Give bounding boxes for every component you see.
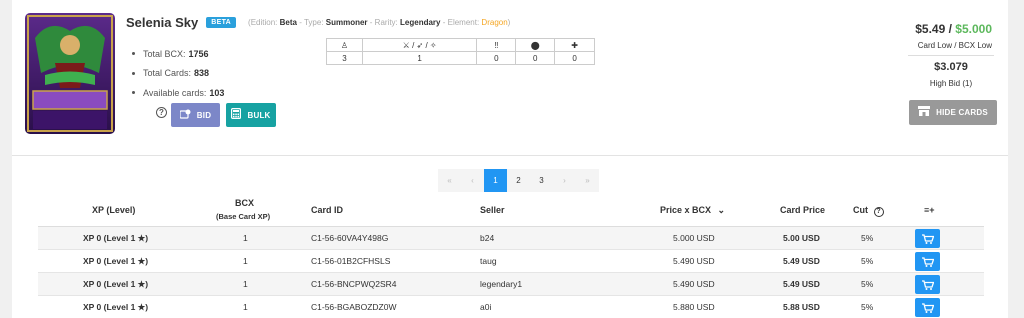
last-page-button[interactable]: » xyxy=(576,169,599,192)
meta-edition-label: (Edition: xyxy=(248,17,278,27)
high-bid-label: High Bid (1) xyxy=(929,79,973,88)
buy-cart-button[interactable] xyxy=(915,252,940,271)
table-row: XP 0 (Level 1 ★) 1 C1-56-60VA4Y498G b24 … xyxy=(38,227,984,250)
col-card-price[interactable]: Card Price xyxy=(780,205,825,215)
summoner-stats-table: ♙ ⚔ / ➶ / ✧ ‼ ⬤ ✚ 3 1 0 0 0 xyxy=(326,38,595,65)
next-page-button[interactable]: › xyxy=(553,169,576,192)
col-card-id[interactable]: Card ID xyxy=(311,205,343,215)
page-2-button[interactable]: 2 xyxy=(507,169,530,192)
prev-page-button[interactable]: ‹ xyxy=(461,169,484,192)
column-filter-icon[interactable]: ≡+ xyxy=(924,205,935,215)
col-cut[interactable]: Cut ? xyxy=(853,205,884,217)
cart-icon xyxy=(921,279,934,290)
sort-desc-icon: ⌄ xyxy=(717,205,726,215)
store-icon xyxy=(918,106,931,119)
stat-total-cards: Total Cards: 838 xyxy=(132,64,224,84)
pagination: « ‹ 1 2 3 › » xyxy=(438,169,599,192)
meta-edition: Beta xyxy=(279,17,297,27)
bid-label: BID xyxy=(196,110,212,120)
summoner-stats-header: ♙ ⚔ / ➶ / ✧ ‼ ⬤ ✚ xyxy=(326,38,595,52)
edition-badge: BETA xyxy=(206,16,237,28)
listings-table: XP (Level) BCX (Base Card XP) Card ID Se… xyxy=(38,195,984,318)
col-bcx-sub: (Base Card XP) xyxy=(216,212,271,221)
attack-types-icon: ⚔ / ➶ / ✧ xyxy=(362,38,478,52)
meta-element-label: - Element: xyxy=(442,17,480,27)
table-row: XP 0 (Level 1 ★) 1 C1-56-01B2CFHSLS taug… xyxy=(38,250,984,273)
meta-rarity: Legendary xyxy=(400,17,441,27)
shield-icon: ⬤ xyxy=(515,38,556,52)
buy-cart-button[interactable] xyxy=(915,275,940,294)
table-row: XP 0 (Level 1 ★) 1 C1-56-BGABOZDZ0W a0i … xyxy=(38,296,984,318)
calculator-icon xyxy=(231,108,242,122)
low-price-label: Card Low / BCX Low xyxy=(917,41,992,50)
summoner-stats-values: 3 1 0 0 0 xyxy=(326,51,595,65)
price-divider xyxy=(908,55,994,56)
stat-available-cards: Available cards: 103 xyxy=(132,83,224,103)
meta-rarity-label: - Rarity: xyxy=(369,17,398,27)
meta-close: ) xyxy=(507,17,511,27)
card-title-row: Selenia Sky BETA (Edition: Beta - Type: … xyxy=(126,14,510,30)
cart-icon xyxy=(921,256,934,267)
first-page-button[interactable]: « xyxy=(438,169,461,192)
table-row: XP 0 (Level 1 ★) 1 C1-56-BNCPWQ2SR4 lege… xyxy=(38,273,984,296)
high-bid-price: $3.079 xyxy=(934,61,968,73)
hide-cards-button[interactable]: HIDE CARDS xyxy=(909,100,997,125)
bid-icon xyxy=(179,109,191,122)
col-seller[interactable]: Seller xyxy=(480,205,505,215)
col-price-bcx[interactable]: Price x BCX ⌄ xyxy=(660,205,725,216)
stat-total-bcx: Total BCX: 1756 xyxy=(132,44,224,64)
card-image[interactable] xyxy=(25,13,115,134)
cart-icon xyxy=(921,302,934,313)
bulk-button[interactable]: BULK xyxy=(226,103,276,127)
meta-type: Summoner xyxy=(325,17,368,27)
card-low-price: $5.49 xyxy=(915,22,946,36)
col-xp[interactable]: XP (Level) xyxy=(92,205,135,215)
page-1-button[interactable]: 1 xyxy=(484,169,507,192)
listings-header: XP (Level) BCX (Base Card XP) Card ID Se… xyxy=(38,195,984,227)
unit-icon: ♙ xyxy=(326,38,363,52)
meta-element: Dragon xyxy=(481,17,508,27)
section-divider xyxy=(12,155,1008,156)
buy-cart-button[interactable] xyxy=(915,298,940,317)
card-name: Selenia Sky xyxy=(126,14,199,30)
card-detail-panel: Selenia Sky BETA (Edition: Beta - Type: … xyxy=(12,0,1008,318)
help-icon[interactable]: ? xyxy=(156,107,167,118)
page-3-button[interactable]: 3 xyxy=(530,169,553,192)
cut-help-icon[interactable]: ? xyxy=(873,207,884,217)
meta-type-label: - Type: xyxy=(299,17,324,27)
cart-icon xyxy=(921,233,934,244)
bid-button[interactable]: BID xyxy=(171,103,220,127)
card-stats-list: Total BCX: 1756 Total Cards: 838 Available… xyxy=(132,44,224,103)
hide-cards-label: HIDE CARDS xyxy=(936,108,988,117)
health-icon: ✚ xyxy=(554,38,595,52)
speed-icon: ‼ xyxy=(476,38,517,52)
col-bcx[interactable]: BCX xyxy=(235,198,254,208)
low-price: $5.49 / $5.000 xyxy=(915,22,992,36)
buy-cart-button[interactable] xyxy=(915,229,940,248)
bcx-low-price: $5.000 xyxy=(955,22,992,36)
card-meta: (Edition: Beta - Type: Summoner - Rarity… xyxy=(248,18,510,27)
bulk-label: BULK xyxy=(247,110,271,120)
